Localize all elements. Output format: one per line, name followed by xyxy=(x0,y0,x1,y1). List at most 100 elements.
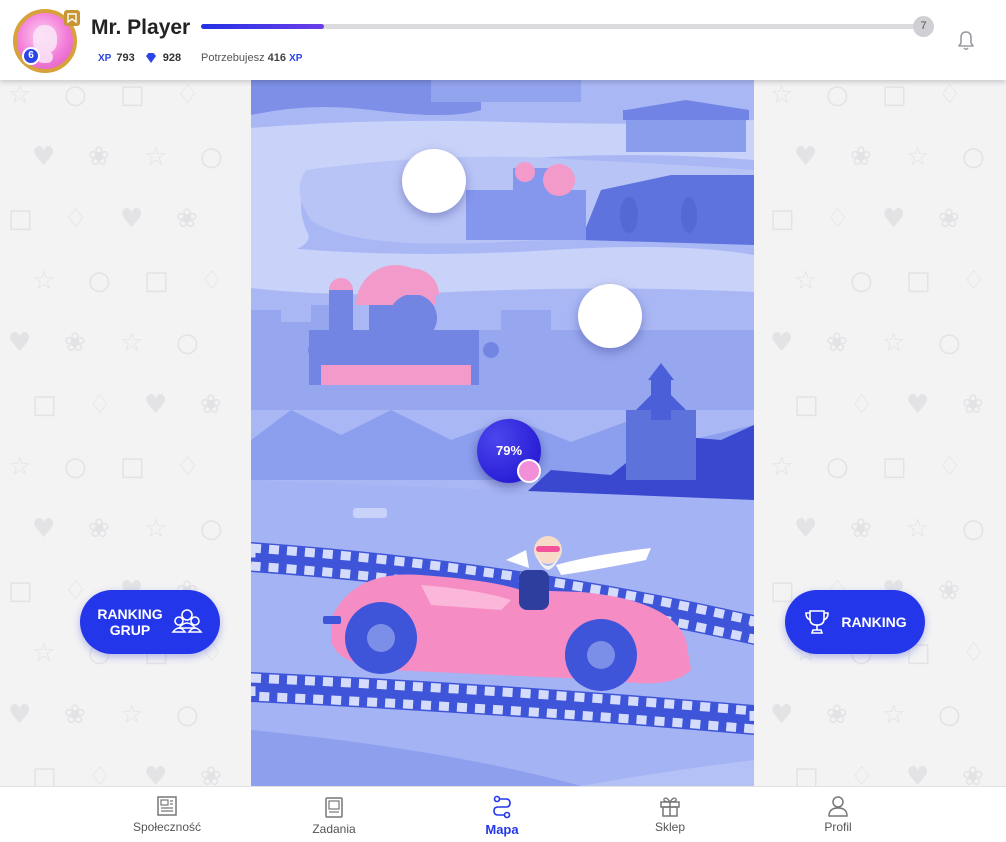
map-node[interactable] xyxy=(578,284,642,348)
player-name: Mr. Player xyxy=(91,16,191,39)
pattern-glyph: ○ xyxy=(962,514,985,544)
gift-icon xyxy=(660,797,680,817)
pattern-glyph: ○ xyxy=(826,452,849,482)
pattern-glyph: □ xyxy=(8,576,33,606)
route-icon xyxy=(493,795,511,819)
pattern-glyph: □ xyxy=(120,80,145,110)
pattern-glyph: ♥ xyxy=(906,762,930,786)
nav-label: Profil xyxy=(824,820,852,834)
map-node[interactable] xyxy=(402,149,466,213)
pattern-glyph: □ xyxy=(32,390,57,420)
pattern-glyph: ☆ xyxy=(120,328,144,358)
pattern-glyph: ○ xyxy=(200,142,223,172)
pattern-glyph: ♥ xyxy=(144,390,168,420)
pattern-glyph: ☆ xyxy=(906,142,930,172)
pattern-glyph: ♢ xyxy=(962,638,986,668)
pattern-glyph: □ xyxy=(794,390,819,420)
pattern-glyph: ☆ xyxy=(120,700,144,730)
pattern-glyph: ☆ xyxy=(8,452,32,482)
pattern-glyph: □ xyxy=(144,266,169,296)
pattern-glyph: □ xyxy=(906,266,931,296)
xp-needed-prefix: Potrzebujesz xyxy=(201,52,265,64)
pattern-glyph: □ xyxy=(882,452,907,482)
nav-label: Mapa xyxy=(485,822,519,837)
pattern-glyph: ♥ xyxy=(794,514,818,544)
pattern-glyph: ❀ xyxy=(200,762,222,786)
pattern-glyph: ○ xyxy=(176,700,199,730)
xp-label: XP xyxy=(98,52,112,64)
nav-label: Zadania xyxy=(312,822,356,836)
pattern-glyph: ♥ xyxy=(794,142,818,172)
nav-item-mapa[interactable]: Mapa xyxy=(452,795,552,837)
pattern-glyph: ❀ xyxy=(962,390,984,420)
top-header: 6 Mr. Player XP 793 928 7 Potrzebujesz 4… xyxy=(0,0,1006,80)
pattern-glyph: ♥ xyxy=(906,390,930,420)
pattern-glyph: □ xyxy=(794,762,819,786)
pattern-glyph: ☆ xyxy=(794,266,818,296)
pattern-glyph: ♥ xyxy=(882,204,906,234)
pattern-glyph: ♢ xyxy=(938,80,962,110)
pattern-glyph: ○ xyxy=(200,514,223,544)
ranking-label: RANKING xyxy=(841,614,907,630)
pattern-glyph: ♢ xyxy=(962,266,986,296)
pattern-glyph: □ xyxy=(32,762,57,786)
ranking-button[interactable]: RANKING xyxy=(785,590,925,654)
level-badge: 6 xyxy=(22,47,40,65)
current-map-node[interactable]: 79% xyxy=(477,419,541,483)
pattern-glyph: ○ xyxy=(938,328,961,358)
pattern-glyph: ♢ xyxy=(64,204,88,234)
pattern-glyph: ♥ xyxy=(8,328,32,358)
pattern-glyph: ♥ xyxy=(32,142,56,172)
pattern-glyph: ○ xyxy=(64,452,87,482)
pattern-glyph: ☆ xyxy=(906,514,930,544)
pattern-glyph: ○ xyxy=(176,328,199,358)
pattern-glyph: ♥ xyxy=(770,700,794,730)
pattern-glyph: ☆ xyxy=(770,452,794,482)
gems-value: 928 xyxy=(162,52,182,64)
pattern-glyph: □ xyxy=(8,204,33,234)
nav-item-profil[interactable]: Profil xyxy=(788,795,888,834)
xp-needed-text: Potrzebujesz 416 XP xyxy=(201,52,302,64)
pattern-glyph: ❀ xyxy=(88,142,110,172)
nav-item-spolecznosc[interactable]: Społeczność xyxy=(117,795,217,834)
pattern-glyph: ❀ xyxy=(850,142,872,172)
level-progress-bar xyxy=(201,24,926,29)
user-icon xyxy=(828,796,848,817)
pattern-glyph: ○ xyxy=(850,266,873,296)
pattern-glyph: ❀ xyxy=(938,576,960,606)
pattern-glyph: ❀ xyxy=(64,700,86,730)
tasks-icon xyxy=(325,797,343,818)
pattern-glyph: ♢ xyxy=(88,762,112,786)
xp-needed-value: 416 xyxy=(267,52,287,64)
pattern-glyph: ♢ xyxy=(88,390,112,420)
pattern-glyph: ❀ xyxy=(850,514,872,544)
xp-needed-suffix: XP xyxy=(289,53,303,64)
pattern-glyph: ○ xyxy=(938,700,961,730)
nav-label: Sklep xyxy=(654,820,686,834)
pattern-glyph: ❀ xyxy=(938,204,960,234)
adventure-map[interactable]: 79% xyxy=(251,80,754,786)
group-ranking-label: RANKING GRUP xyxy=(97,606,163,638)
pattern-glyph: ♥ xyxy=(8,700,32,730)
pattern-glyph: ❀ xyxy=(200,390,222,420)
pattern-glyph: ♢ xyxy=(826,204,850,234)
pattern-glyph: ☆ xyxy=(882,328,906,358)
level-progress-fill xyxy=(201,24,325,29)
pattern-glyph: ♢ xyxy=(176,80,200,110)
pattern-glyph: ♢ xyxy=(938,452,962,482)
users-icon xyxy=(171,609,203,633)
bell-icon[interactable] xyxy=(954,29,978,53)
pattern-glyph: ❀ xyxy=(962,762,984,786)
pattern-glyph: ☆ xyxy=(8,80,32,110)
group-ranking-button[interactable]: RANKING GRUP xyxy=(80,590,220,654)
nav-item-sklep[interactable]: Sklep xyxy=(620,795,720,834)
pattern-glyph: ☆ xyxy=(32,266,56,296)
pattern-glyph: ○ xyxy=(962,142,985,172)
pattern-glyph: ♥ xyxy=(120,204,144,234)
pattern-glyph: ☆ xyxy=(144,142,168,172)
pattern-glyph: ❀ xyxy=(826,700,848,730)
nav-item-zadania[interactable]: Zadania xyxy=(284,795,384,836)
pattern-glyph: ♢ xyxy=(850,390,874,420)
rank-badge-icon xyxy=(64,10,80,26)
player-mini-avatar xyxy=(517,459,541,483)
